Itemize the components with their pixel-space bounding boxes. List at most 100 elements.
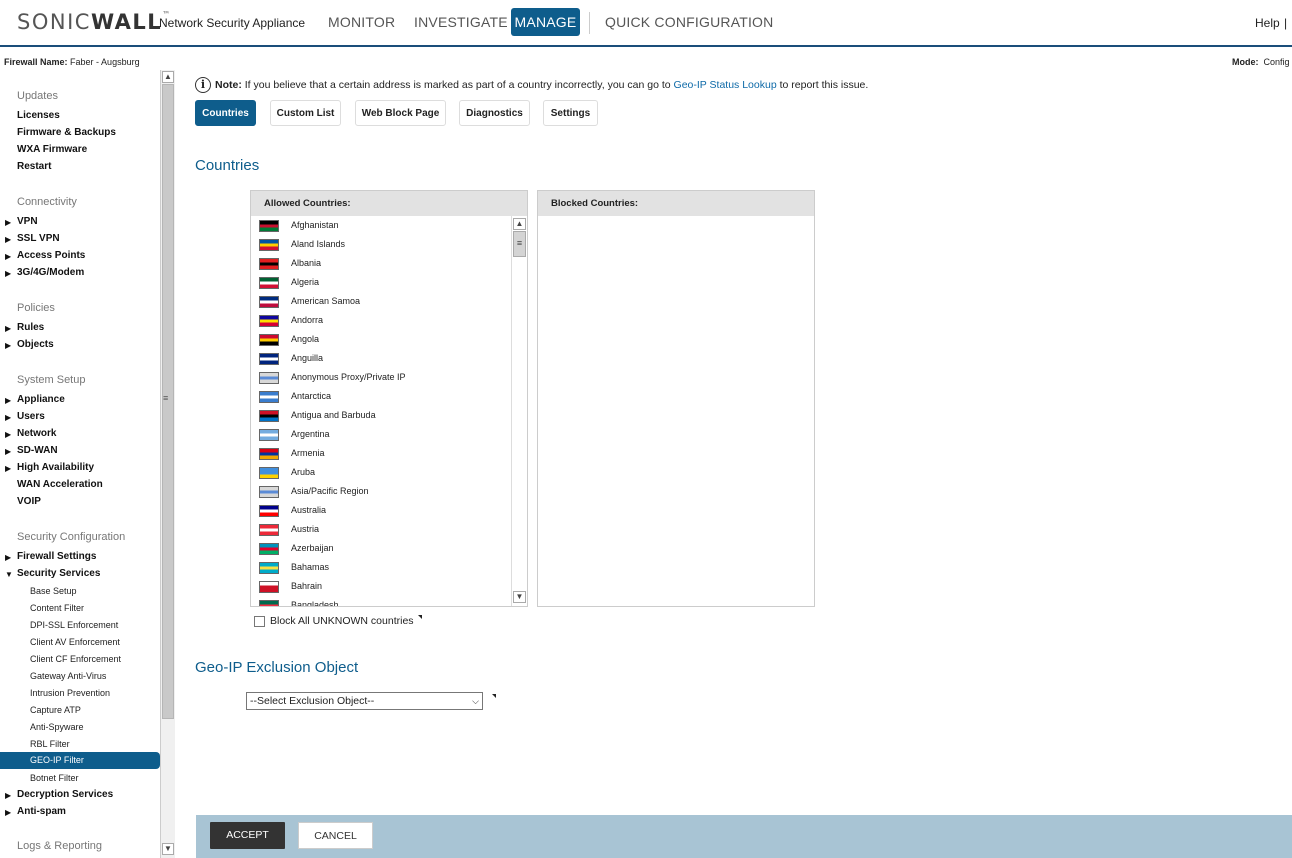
tab-custom-list[interactable]: Custom List <box>270 100 341 126</box>
chevron-up-icon[interactable]: ▲ <box>513 218 526 230</box>
triangle-right-icon[interactable]: ▶ <box>5 447 11 456</box>
logo-text-light: SONIC <box>17 10 91 34</box>
list-item[interactable]: Antigua and Barbuda <box>251 406 511 425</box>
sidebar-subitem-rbl-filter[interactable]: RBL Filter <box>30 737 70 751</box>
tooltip-marker-icon[interactable] <box>417 615 422 619</box>
list-item[interactable]: Aruba <box>251 463 511 482</box>
triangle-down-icon[interactable]: ▼ <box>5 570 13 579</box>
list-item[interactable]: Bangladesh <box>251 596 511 606</box>
list-item[interactable]: Armenia <box>251 444 511 463</box>
sidebar-item-firewall-settings[interactable]: Firewall Settings <box>17 550 96 564</box>
tab-settings[interactable]: Settings <box>543 100 598 126</box>
block-unknown-option[interactable]: Block All UNKNOWN countries <box>254 615 422 627</box>
chevron-down-icon[interactable]: ⌵ <box>472 693 479 709</box>
exclusion-object-select[interactable]: --Select Exclusion Object-- ⌵ <box>246 692 483 710</box>
sonicwall-logo[interactable]: SONICWALL™ <box>17 10 172 34</box>
sidebar-item-sd-wan[interactable]: SD-WAN <box>17 444 58 458</box>
sidebar-item-licenses[interactable]: Licenses <box>17 109 60 123</box>
sidebar-item-access-points[interactable]: Access Points <box>17 249 85 263</box>
triangle-right-icon[interactable]: ▶ <box>5 269 11 278</box>
allowed-list-scrollbar[interactable]: ▲ ≡ ▼ <box>511 216 527 606</box>
list-item[interactable]: Anguilla <box>251 349 511 368</box>
sidebar-item-network[interactable]: Network <box>17 427 56 441</box>
triangle-right-icon[interactable]: ▶ <box>5 808 11 817</box>
geo-ip-status-lookup-link[interactable]: Geo-IP Status Lookup <box>674 79 777 91</box>
sidebar-item-decryption-services[interactable]: Decryption Services <box>17 788 113 802</box>
list-item[interactable]: Bahrain <box>251 577 511 596</box>
sidebar-subitem-client-av-enforcement[interactable]: Client AV Enforcement <box>30 635 120 649</box>
nav-investigate[interactable]: INVESTIGATE <box>414 8 508 36</box>
sidebar-item-rules[interactable]: Rules <box>17 321 44 335</box>
triangle-right-icon[interactable]: ▶ <box>5 252 11 261</box>
sidebar-item-appliance[interactable]: Appliance <box>17 393 65 407</box>
list-item[interactable]: Andorra <box>251 311 511 330</box>
sidebar-item-3g4g-modem[interactable]: 3G/4G/Modem <box>17 266 84 280</box>
sidebar-scrollbar[interactable]: ▲ ≡ ▼ <box>160 70 175 858</box>
list-item[interactable]: Australia <box>251 501 511 520</box>
sidebar-item-high-availability[interactable]: High Availability <box>17 461 94 475</box>
block-unknown-checkbox[interactable] <box>254 615 265 627</box>
list-item[interactable]: Angola <box>251 330 511 349</box>
list-item[interactable]: American Samoa <box>251 292 511 311</box>
nav-quick-configuration[interactable]: QUICK CONFIGURATION <box>605 8 773 36</box>
sidebar-item-restart[interactable]: Restart <box>17 160 51 174</box>
chevron-up-icon[interactable]: ▲ <box>162 71 174 83</box>
triangle-right-icon[interactable]: ▶ <box>5 341 11 350</box>
list-item[interactable]: Asia/Pacific Region <box>251 482 511 501</box>
triangle-right-icon[interactable]: ▶ <box>5 324 11 333</box>
list-item[interactable]: Austria <box>251 520 511 539</box>
list-item[interactable]: Antarctica <box>251 387 511 406</box>
triangle-right-icon[interactable]: ▶ <box>5 430 11 439</box>
list-item[interactable]: Algeria <box>251 273 511 292</box>
sidebar-subitem-client-cf-enforcement[interactable]: Client CF Enforcement <box>30 652 121 666</box>
sidebar-subitem-geo-ip-filter[interactable]: GEO-IP Filter <box>0 752 160 769</box>
triangle-right-icon[interactable]: ▶ <box>5 218 11 227</box>
nav-monitor[interactable]: MONITOR <box>328 8 395 36</box>
country-name: Azerbaijan <box>291 543 334 553</box>
triangle-right-icon[interactable]: ▶ <box>5 553 11 562</box>
list-item[interactable]: Anonymous Proxy/Private IP <box>251 368 511 387</box>
sidebar-item-vpn[interactable]: VPN <box>17 215 38 229</box>
triangle-right-icon[interactable]: ▶ <box>5 464 11 473</box>
sidebar-subitem-gateway-anti-virus[interactable]: Gateway Anti-Virus <box>30 669 106 683</box>
sidebar-subitem-dpi-ssl-enforcement[interactable]: DPI-SSL Enforcement <box>30 618 118 632</box>
sidebar-subitem-capture-atp[interactable]: Capture ATP <box>30 703 81 717</box>
tab-diagnostics[interactable]: Diagnostics <box>459 100 530 126</box>
sidebar-item-objects[interactable]: Objects <box>17 338 54 352</box>
sidebar-subitem-content-filter[interactable]: Content Filter <box>30 601 84 615</box>
sidebar-item-firmware-backups[interactable]: Firmware & Backups <box>17 126 116 140</box>
triangle-right-icon[interactable]: ▶ <box>5 235 11 244</box>
sidebar-item-users[interactable]: Users <box>17 410 45 424</box>
sidebar-subitem-anti-spyware[interactable]: Anti-Spyware <box>30 720 84 734</box>
nav-manage[interactable]: MANAGE <box>511 8 580 36</box>
allowed-countries-list[interactable]: Afghanistan Aland Islands Albania Algeria Am… <box>251 216 511 606</box>
allowed-list-scroll-thumb[interactable]: ≡ <box>513 231 526 257</box>
chevron-down-icon[interactable]: ▼ <box>162 843 174 855</box>
list-item[interactable]: Afghanistan <box>251 216 511 235</box>
triangle-right-icon[interactable]: ▶ <box>5 413 11 422</box>
list-item[interactable]: Azerbaijan <box>251 539 511 558</box>
chevron-down-icon[interactable]: ▼ <box>513 591 526 603</box>
cancel-button[interactable]: CANCEL <box>298 822 373 849</box>
sidebar-subitem-base-setup[interactable]: Base Setup <box>30 584 77 598</box>
help-link[interactable]: Help <box>1255 16 1280 30</box>
tab-web-block-page[interactable]: Web Block Page <box>355 100 446 126</box>
sidebar-item-ssl-vpn[interactable]: SSL VPN <box>17 232 60 246</box>
sidebar-item-wan-acceleration[interactable]: WAN Acceleration <box>17 478 103 492</box>
sidebar-item-voip[interactable]: VOIP <box>17 495 41 509</box>
triangle-right-icon[interactable]: ▶ <box>5 396 11 405</box>
list-item[interactable]: Bahamas <box>251 558 511 577</box>
sidebar-subitem-botnet-filter[interactable]: Botnet Filter <box>30 771 79 785</box>
sidebar-item-security-services[interactable]: Security Services <box>17 567 100 581</box>
tooltip-marker-icon[interactable] <box>492 694 496 698</box>
list-item[interactable]: Albania <box>251 254 511 273</box>
accept-button[interactable]: ACCEPT <box>210 822 285 849</box>
list-item[interactable]: Argentina <box>251 425 511 444</box>
blocked-countries-box[interactable]: Blocked Countries: <box>537 190 815 607</box>
sidebar-subitem-intrusion-prevention[interactable]: Intrusion Prevention <box>30 686 110 700</box>
tab-countries[interactable]: Countries <box>195 100 256 126</box>
sidebar-item-anti-spam[interactable]: Anti-spam <box>17 805 66 819</box>
triangle-right-icon[interactable]: ▶ <box>5 791 11 800</box>
sidebar-item-wxa-firmware[interactable]: WXA Firmware <box>17 143 87 157</box>
list-item[interactable]: Aland Islands <box>251 235 511 254</box>
